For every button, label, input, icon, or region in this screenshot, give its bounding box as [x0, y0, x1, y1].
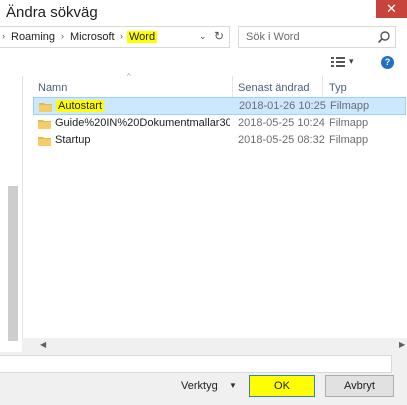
- search-icon[interactable]: [377, 30, 391, 44]
- title-bar: Ändra sökväg ✕: [0, 0, 407, 26]
- folder-row[interactable]: Guide%20IN%20Dokumentmallar306677... 201…: [33, 115, 406, 133]
- breadcrumb-roaming[interactable]: Roaming: [11, 31, 55, 43]
- toolbar: ▾ ?: [0, 48, 407, 76]
- folder-type: Filmapp: [329, 117, 369, 129]
- sort-ascending-icon: ^: [127, 72, 131, 81]
- address-bar[interactable]: › Roaming › Microsoft › Word ⌄ ↻: [0, 26, 230, 48]
- view-dropdown-icon[interactable]: ▾: [349, 56, 354, 67]
- view-options-icon[interactable]: [331, 56, 345, 68]
- folder-icon: [38, 137, 51, 146]
- refresh-icon[interactable]: ↻: [214, 29, 224, 43]
- search-input[interactable]: Sök i Word: [238, 26, 396, 48]
- breadcrumb-separator[interactable]: ›: [61, 31, 64, 41]
- address-history-icon[interactable]: ⌄: [199, 31, 207, 42]
- column-divider[interactable]: [322, 76, 323, 98]
- ok-button[interactable]: OK: [249, 375, 315, 397]
- scroll-right-icon[interactable]: ▶: [399, 340, 405, 349]
- navigation-pane[interactable]: [0, 76, 23, 353]
- folder-icon: [39, 103, 52, 112]
- help-icon[interactable]: ?: [381, 56, 394, 69]
- scroll-left-icon[interactable]: ◀: [40, 340, 46, 349]
- navigation-scrollbar[interactable]: [8, 186, 18, 341]
- breadcrumb-separator: ›: [2, 31, 5, 41]
- folder-type: Filmapp: [330, 100, 370, 112]
- folder-modified: 2018-05-25 10:24: [238, 117, 325, 129]
- close-button[interactable]: ✕: [376, 0, 407, 18]
- folder-row[interactable]: Startup 2018-05-25 08:32 Filmapp: [33, 132, 406, 150]
- column-divider[interactable]: [232, 76, 233, 98]
- breadcrumb-microsoft[interactable]: Microsoft: [70, 31, 115, 43]
- search-placeholder: Sök i Word: [246, 31, 300, 43]
- folder-icon: [38, 120, 51, 129]
- dialog-footer: Verktyg ▼ OK Avbryt: [0, 352, 407, 405]
- folder-name: Autostart: [56, 100, 105, 112]
- column-header-modified[interactable]: Senast ändrad: [238, 82, 310, 94]
- horizontal-scrollbar[interactable]: ◀ ▶: [22, 338, 407, 352]
- breadcrumb-word[interactable]: Word: [127, 31, 158, 43]
- tools-dropdown-icon[interactable]: ▼: [229, 381, 237, 390]
- folder-type: Filmapp: [329, 134, 369, 146]
- column-header-type[interactable]: Typ: [329, 82, 347, 94]
- folder-name: Startup: [55, 134, 91, 146]
- breadcrumb-separator[interactable]: ›: [120, 31, 123, 41]
- folder-modified: 2018-01-26 10:25: [239, 100, 326, 112]
- folder-name: Guide%20IN%20Dokumentmallar306677...: [55, 117, 230, 129]
- window-title: Ändra sökväg: [6, 4, 98, 21]
- column-header-name[interactable]: Namn: [38, 82, 67, 94]
- folder-row[interactable]: Autostart 2018-01-26 10:25 Filmapp: [33, 97, 406, 115]
- close-icon: ✕: [386, 1, 397, 16]
- cancel-button[interactable]: Avbryt: [325, 375, 394, 397]
- tools-button[interactable]: Verktyg: [181, 380, 218, 392]
- folder-name-field[interactable]: [0, 355, 392, 373]
- folder-modified: 2018-05-25 08:32: [238, 134, 325, 146]
